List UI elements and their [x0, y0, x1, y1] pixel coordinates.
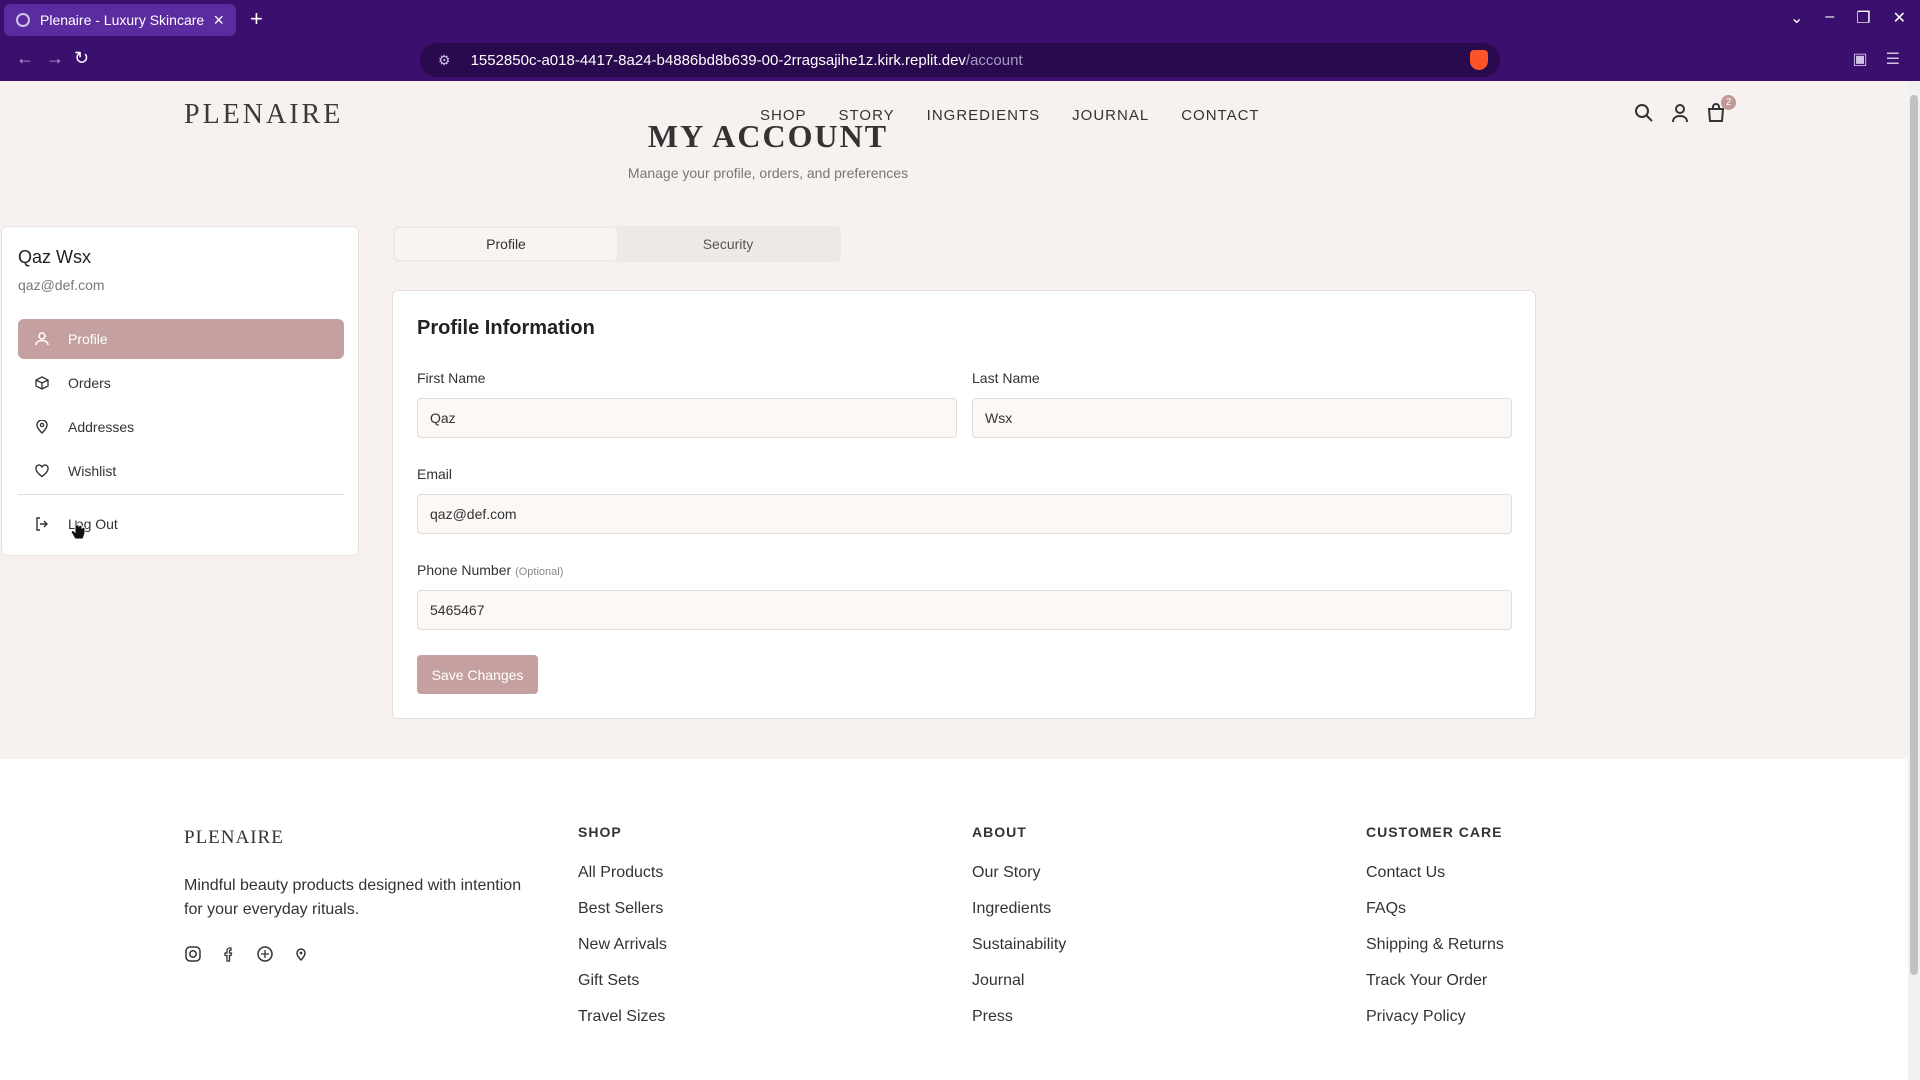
page-subtitle: Manage your profile, orders, and prefere…	[627, 165, 909, 181]
site-info-icon[interactable]: ⚙	[438, 52, 451, 69]
footer-col-about: ABOUT Our Story Ingredients Sustainabili…	[972, 824, 1066, 1044]
search-icon[interactable]	[1634, 103, 1654, 123]
browser-navbar: ← → ↻ ⚙ 1552850c-a018-4417-8a24-b4886bd8…	[0, 40, 1920, 81]
footer-link[interactable]: Track Your Order	[1366, 972, 1504, 1008]
menu-icon[interactable]: ☰	[1886, 49, 1900, 69]
user-icon	[34, 331, 50, 347]
url-path: /account	[965, 51, 1023, 69]
instagram-icon[interactable]	[184, 945, 202, 963]
facebook-icon[interactable]	[220, 945, 238, 963]
box-icon	[34, 375, 50, 391]
phone-label: Phone Number (Optional)	[417, 562, 563, 578]
footer-logo[interactable]: PLENAIRE	[184, 827, 284, 849]
phone-label-text: Phone Number	[417, 562, 512, 578]
footer-link[interactable]: Ingredients	[972, 900, 1066, 936]
sidebar-item-label: Profile	[68, 331, 108, 347]
site-footer: PLENAIRE Mindful beauty products designe…	[0, 759, 1908, 1080]
globe-icon	[16, 13, 30, 27]
address-bar[interactable]: ⚙ 1552850c-a018-4417-8a24-b4886bd8b639-0…	[420, 43, 1500, 77]
heart-icon	[34, 463, 50, 479]
close-tab-icon[interactable]: ×	[213, 10, 224, 31]
footer-col-title: SHOP	[578, 824, 622, 840]
forward-button[interactable]: →	[46, 48, 64, 69]
browser-toolbar-right: ▣ ☰	[1853, 49, 1900, 69]
minimize-button[interactable]: –	[1825, 8, 1834, 28]
browser-chrome: Plenaire - Luxury Skincare × + ⌄ – ❐ ✕ ←…	[0, 0, 1920, 81]
phone-field[interactable]	[417, 590, 1512, 630]
close-window-button[interactable]: ✕	[1893, 8, 1906, 28]
social-links	[184, 945, 310, 963]
footer-link[interactable]: Press	[972, 1008, 1066, 1044]
sidebar-item-label: Wishlist	[68, 463, 117, 479]
sidebar-item-orders[interactable]: Orders	[18, 363, 344, 403]
account-icon[interactable]	[1670, 103, 1690, 123]
footer-link[interactable]: Journal	[972, 972, 1066, 1008]
mouse-cursor-icon	[70, 519, 86, 540]
tab-title: Plenaire - Luxury Skincare	[40, 12, 205, 28]
header-icons: 2	[1634, 95, 1736, 123]
user-email: qaz@def.com	[18, 277, 105, 293]
tab-security[interactable]: Security	[617, 228, 839, 260]
footer-link[interactable]: Contact Us	[1366, 864, 1504, 900]
window-controls: ⌄ – ❐ ✕	[1790, 8, 1906, 28]
page-scrollbar[interactable]	[1908, 81, 1920, 1080]
map-pin-icon	[34, 419, 50, 435]
brave-shield-icon[interactable]	[1470, 50, 1488, 70]
footer-link[interactable]: Our Story	[972, 864, 1066, 900]
reload-button[interactable]: ↻	[74, 48, 89, 69]
footer-link[interactable]: Privacy Policy	[1366, 1008, 1504, 1044]
page-title: MY ACCOUNT	[647, 118, 889, 154]
footer-col-customer-care: CUSTOMER CARE Contact Us FAQs Shipping &…	[1366, 824, 1504, 1044]
tab-bar: Plenaire - Luxury Skincare × + ⌄ – ❐ ✕	[0, 0, 1920, 40]
footer-link[interactable]: New Arrivals	[578, 936, 667, 972]
browser-tab[interactable]: Plenaire - Luxury Skincare ×	[4, 4, 236, 36]
profile-card-title: Profile Information	[417, 317, 595, 339]
first-name-label: First Name	[417, 370, 486, 386]
logout-button[interactable]: Log Out	[18, 504, 344, 544]
footer-link[interactable]: Gift Sets	[578, 972, 667, 1008]
optional-hint: (Optional)	[515, 566, 564, 578]
first-name-field[interactable]	[417, 398, 957, 438]
sidebar-item-profile[interactable]: Profile	[18, 319, 344, 359]
cart-count-badge: 2	[1721, 95, 1736, 110]
last-name-label: Last Name	[972, 370, 1040, 386]
wallet-icon[interactable]: ▣	[1853, 49, 1868, 69]
sidebar-item-label: Addresses	[68, 419, 135, 435]
footer-col-title: ABOUT	[972, 824, 1027, 840]
footer-link[interactable]: All Products	[578, 864, 667, 900]
maximize-button[interactable]: ❐	[1856, 8, 1870, 28]
footer-link[interactable]: FAQs	[1366, 900, 1504, 936]
save-changes-button[interactable]: Save Changes	[417, 655, 538, 694]
account-sidebar: Qaz Wsx qaz@def.com Profile Orders Addre…	[1, 226, 359, 556]
profile-card: Profile Information First Name Last Name…	[392, 290, 1536, 719]
email-field[interactable]	[417, 494, 1512, 534]
logout-icon	[34, 516, 50, 532]
tab-profile[interactable]: Profile	[395, 228, 617, 260]
user-name: Qaz Wsx	[18, 247, 92, 267]
footer-link[interactable]: Sustainability	[972, 936, 1066, 972]
sidebar-item-wishlist[interactable]: Wishlist	[18, 451, 344, 491]
footer-col-title: CUSTOMER CARE	[1366, 824, 1503, 840]
footer-tagline: Mindful beauty products designed with in…	[184, 877, 522, 918]
last-name-field[interactable]	[972, 398, 1512, 438]
account-tabs: Profile Security	[393, 226, 841, 262]
footer-link[interactable]: Shipping & Returns	[1366, 936, 1504, 972]
tab-list-icon[interactable]: ⌄	[1790, 8, 1803, 28]
back-button[interactable]: ←	[16, 48, 34, 69]
sidebar-divider	[18, 494, 344, 495]
footer-link[interactable]: Best Sellers	[578, 900, 667, 936]
pinterest-icon[interactable]	[256, 945, 274, 963]
sidebar-item-label: Orders	[68, 375, 111, 391]
footer-col-shop: SHOP All Products Best Sellers New Arriv…	[578, 824, 667, 1044]
url-host: 1552850c-a018-4417-8a24-b4886bd8b639-00-…	[470, 51, 966, 69]
new-tab-button[interactable]: +	[250, 6, 263, 32]
sidebar-item-addresses[interactable]: Addresses	[18, 407, 344, 447]
scrollbar-thumb[interactable]	[1910, 95, 1918, 975]
email-label: Email	[417, 466, 453, 482]
footer-link[interactable]: Travel Sizes	[578, 1008, 667, 1044]
location-icon[interactable]	[292, 945, 310, 963]
cart-icon[interactable]: 2	[1706, 95, 1736, 123]
